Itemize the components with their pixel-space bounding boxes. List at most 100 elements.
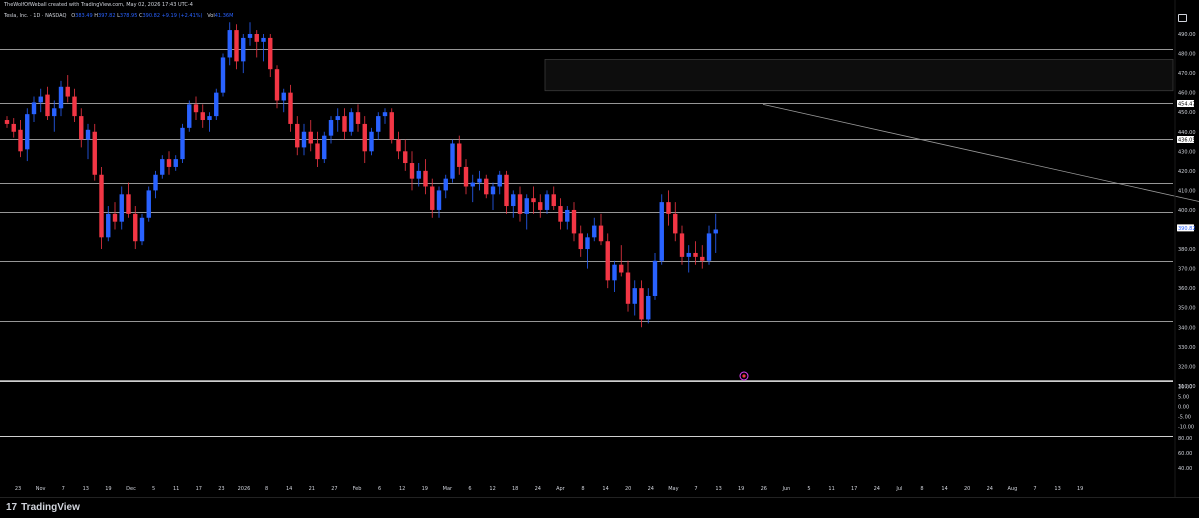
candle-body <box>639 288 644 320</box>
candle-body <box>227 30 232 58</box>
time-axis-tick: 8 <box>581 486 584 492</box>
candle-body <box>409 163 415 179</box>
time-axis-tick: 24 <box>648 486 654 492</box>
candle-body <box>355 112 361 124</box>
candle-body <box>497 174 502 187</box>
candle-body <box>416 170 421 179</box>
candle-body <box>261 37 266 42</box>
candle-body <box>254 34 259 42</box>
candle-body <box>396 139 401 152</box>
time-axis-tick: 11 <box>173 486 179 492</box>
candle-body <box>58 86 64 109</box>
time-axis-tick: 8 <box>920 486 923 492</box>
time-axis-tick: Nov <box>36 486 46 492</box>
time-axis-tick: 5 <box>807 486 810 492</box>
candle-body <box>362 123 367 152</box>
open-value: 383.49 <box>75 13 93 19</box>
time-axis-tick: Mar <box>443 486 453 492</box>
candle-body <box>288 92 293 124</box>
candle-body <box>133 213 138 242</box>
candle-body <box>619 264 624 273</box>
time-axis-tick: 13 <box>715 486 721 492</box>
candle-body <box>443 178 448 191</box>
candle-body <box>531 198 536 203</box>
candle-body <box>598 225 604 242</box>
time-axis-tick: 8 <box>265 486 268 492</box>
time-axis-tick: 19 <box>738 486 744 492</box>
time-axis-tick: 27 <box>331 486 337 492</box>
candle-body <box>31 102 37 115</box>
candle-body <box>328 120 334 136</box>
candle-body <box>632 288 637 304</box>
chart-canvas[interactable]: 490.00 480.00 470.00 460.00 450.00 440.00 430.… <box>0 0 1199 497</box>
candle-body <box>220 57 226 93</box>
time-axis-tick: 21 <box>309 486 315 492</box>
candle-body <box>376 116 381 132</box>
low-value: 378.95 <box>119 13 138 19</box>
symbol-legend: Tesla, Inc. · 1D · NASDAQ O383.49 H397.8… <box>4 13 233 19</box>
supply-demand-zone <box>544 59 1174 92</box>
candle-body <box>72 96 77 117</box>
price-badge-label: 390.82 <box>1178 226 1196 232</box>
candle-body <box>79 116 84 140</box>
indicator-axis-tick: -5.00 <box>1178 415 1191 421</box>
time-axis-tick: 7 <box>694 486 697 492</box>
candle-body <box>146 190 151 218</box>
candle-body <box>180 127 185 160</box>
time-axis-tick: 17 <box>196 486 202 492</box>
time-axis-tick: 24 <box>874 486 880 492</box>
price-axis-tick: 440.00 <box>1178 130 1196 136</box>
candle-body <box>335 116 340 121</box>
time-axis-tick: Apr <box>556 486 566 492</box>
candle-body <box>11 123 16 132</box>
time-axis-tick: 13 <box>83 486 89 492</box>
candle-body <box>207 116 212 121</box>
candle-body <box>605 241 610 281</box>
candle-body <box>693 252 698 257</box>
time-axis-tick: 12 <box>489 486 495 492</box>
candle-body <box>234 30 239 62</box>
time-axis-tick: 14 <box>286 486 292 492</box>
price-axis-tick: 450.00 <box>1178 110 1196 116</box>
candle-body <box>686 252 691 257</box>
time-axis-tick: 14 <box>941 486 947 492</box>
candle-body <box>511 194 516 207</box>
time-axis-tick: 24 <box>535 486 541 492</box>
candle-body <box>544 194 550 210</box>
time-axis-tick: 12 <box>399 486 405 492</box>
time-axis-tick: Aug <box>1008 486 1018 492</box>
candle-body <box>349 112 354 132</box>
price-axis-tick: 340.00 <box>1178 325 1196 331</box>
candle-body <box>166 159 172 167</box>
candle-body <box>25 114 30 150</box>
candle-body <box>551 194 556 207</box>
change-value: +9.19 (+2.41%) <box>161 13 203 19</box>
price-axis-tick: 400.00 <box>1178 208 1196 214</box>
price-axis-tick: 490.00 <box>1178 32 1196 38</box>
candle-body <box>490 186 496 195</box>
candle-body <box>625 272 631 304</box>
candle-body <box>38 96 43 103</box>
price-badge-label: 436.05 <box>1178 137 1196 143</box>
candle-body <box>504 174 509 207</box>
time-axis-tick: 20 <box>964 486 970 492</box>
candle-body <box>153 174 158 191</box>
price-axis-tick: 420.00 <box>1178 169 1196 175</box>
time-axis-tick: 7 <box>62 486 65 492</box>
chart-credit: TheWolfOfWeball created with TradingView… <box>4 2 193 8</box>
candle-body <box>403 151 408 164</box>
tradingview-logo[interactable]: 17 TradingView <box>6 502 80 513</box>
price-axis-tick: 370.00 <box>1178 267 1196 273</box>
time-axis-tick: 26 <box>761 486 767 492</box>
candle-body <box>308 131 313 144</box>
volume-label: Vol <box>207 13 215 19</box>
trendline <box>762 103 1199 202</box>
price-axis-tick: 350.00 <box>1178 306 1196 312</box>
fullscreen-icon[interactable] <box>1178 14 1187 22</box>
candle-body <box>470 182 475 187</box>
candle-body <box>578 233 583 250</box>
candle-body <box>612 264 617 281</box>
candle-body <box>389 112 394 140</box>
candle-body <box>99 174 104 238</box>
candle-body <box>558 206 563 222</box>
